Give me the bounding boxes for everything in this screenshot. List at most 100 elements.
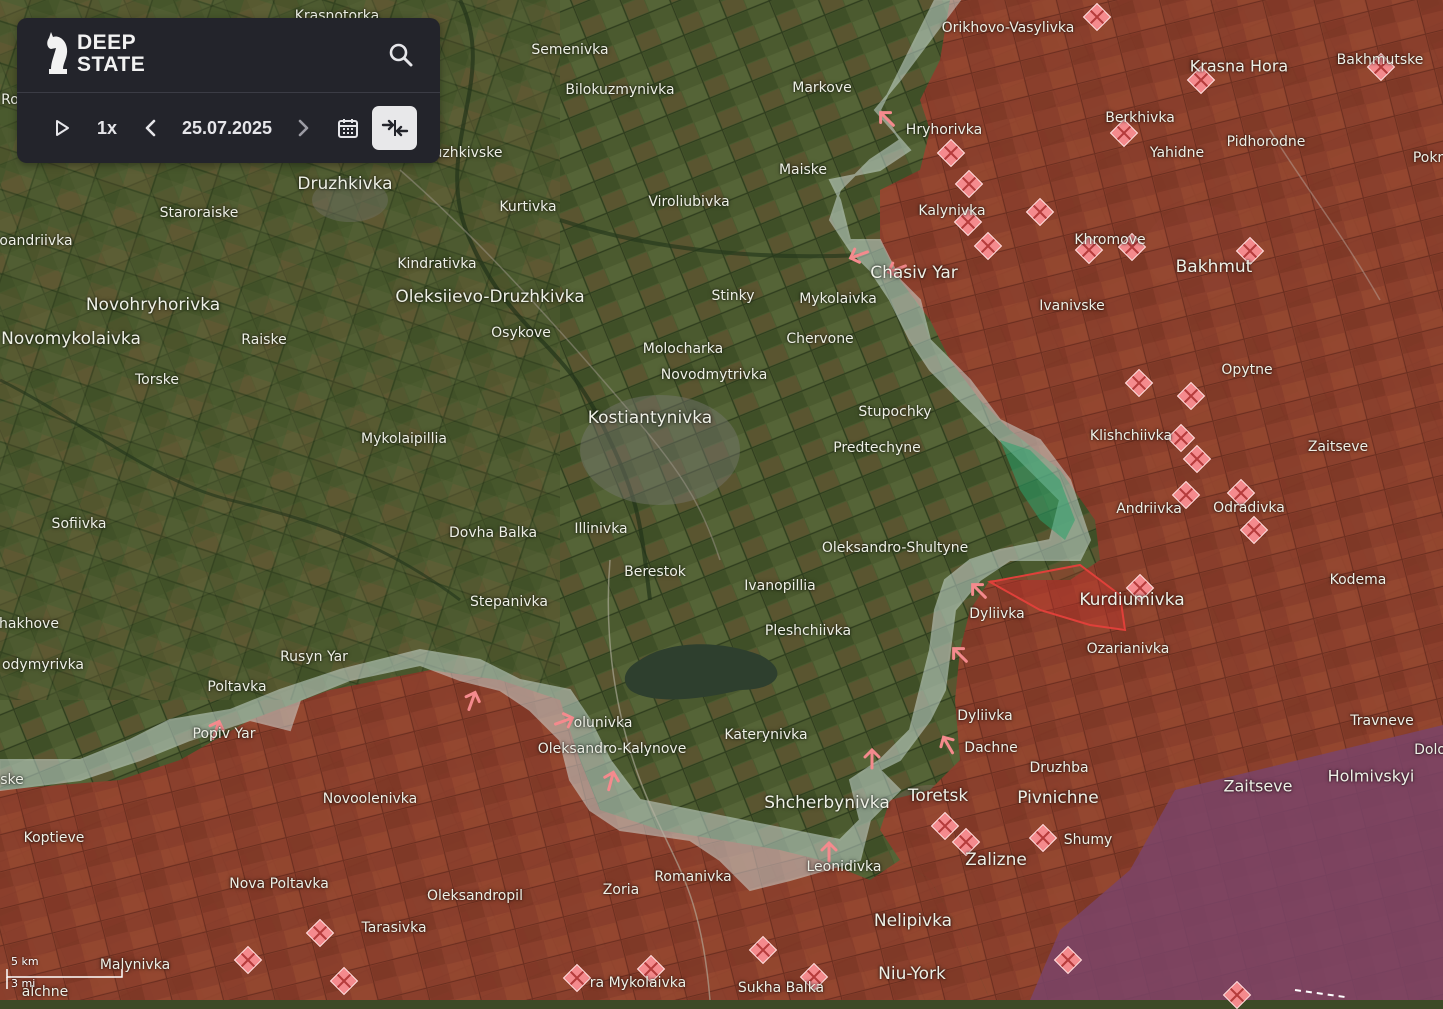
place-label-koptieve: Koptieve	[23, 830, 85, 846]
place-label-dovha-balka: Dovha Balka	[448, 525, 538, 541]
place-label-mykolaivka: Mykolaivka	[799, 291, 877, 307]
place-label-raiske: Raiske	[241, 332, 287, 348]
place-label-novoolenivka: Novoolenivka	[322, 791, 418, 807]
compare-arrows-icon	[381, 119, 408, 137]
place-label-andriivka: Andriivka	[1116, 501, 1182, 517]
place-label-shumy: Shumy	[1063, 832, 1113, 848]
place-label-oleksandrivka-w: oandriivka	[0, 233, 73, 249]
logo-line2: STATE	[77, 53, 146, 76]
place-label-hryhorivka: Hryhorivka	[905, 122, 983, 138]
place-label-polunivka: olunivka	[573, 715, 633, 731]
place-label-markove: Markove	[792, 80, 852, 96]
place-label-krasna-hora: Krasna Hora	[1189, 56, 1289, 76]
place-label-travneve: Travneve	[1350, 713, 1414, 729]
search-button[interactable]	[386, 40, 416, 70]
chevron-left-icon	[145, 119, 156, 137]
speed-button[interactable]: 1x	[92, 105, 122, 151]
place-label-semenivka: Semenivka	[531, 42, 609, 58]
calendar-icon	[338, 119, 358, 138]
play-button[interactable]	[47, 105, 77, 151]
place-label-staroraiske: Staroraiske	[159, 205, 239, 221]
place-label-ivanivske: Ivanivske	[1039, 298, 1105, 314]
place-label-stinky: Stinky	[711, 288, 755, 304]
place-label-rusyn-yar: Rusyn Yar	[280, 649, 348, 665]
next-date-button[interactable]	[291, 105, 315, 151]
place-label-tarasivka: Tarasivka	[361, 920, 427, 936]
place-label-pleshchiivka: Pleshchiivka	[764, 623, 852, 639]
knight-logo-icon	[47, 32, 68, 74]
place-label-ozarianivka: Ozarianivka	[1086, 641, 1170, 657]
place-label-maiske: Maiske	[778, 162, 828, 178]
place-label-romanivka: Romanivka	[654, 869, 732, 885]
place-label-iske: ske	[0, 772, 24, 788]
place-label-odradivka: Odradivka	[1213, 500, 1285, 516]
place-label-pidhorodne: Pidhorodne	[1226, 134, 1306, 150]
place-label-novomykolaivka: Novomykolaivka	[1, 329, 141, 349]
place-label-bakhmutske: Bakhmutske	[1336, 52, 1424, 68]
place-label-ivanopillia: Ivanopillia	[744, 578, 816, 594]
place-label-kuzhkivske: uzhkivske	[433, 145, 503, 161]
place-label-opytne: Opytne	[1221, 362, 1273, 378]
place-label-poltavka: Poltavka	[207, 679, 267, 695]
place-label-kurtivka: Kurtivka	[499, 199, 557, 215]
place-label-niu-york: Niu-York	[878, 964, 946, 984]
place-label-shcherbynivka: Shcherbynivka	[764, 793, 890, 813]
logo-line1: DEEP	[77, 31, 137, 54]
place-label-oleksandro-kalynove: Oleksandro-Kalynove	[537, 741, 687, 757]
place-label-kurdiumivka: Kurdiumivka	[1079, 590, 1185, 610]
place-label-stara-mykolaivka: ra Mykolaivka	[589, 975, 687, 991]
place-label-chervone: Chervone	[786, 331, 854, 347]
place-label-kostiantynivka: Kostiantynivka	[587, 408, 713, 428]
place-label-stupochky: Stupochky	[858, 404, 932, 420]
place-label-kindrativka: Kindrativka	[397, 256, 477, 272]
place-label-volodymyrivka: odymyrivka	[1, 657, 85, 673]
place-label-katerynivka: Katerynivka	[724, 727, 808, 743]
place-label-druzhkivka: Druzhkivka	[297, 174, 393, 194]
calendar-button[interactable]	[333, 105, 363, 151]
place-label-holmivskyi: Holmivskyi	[1327, 766, 1415, 786]
place-label-novohryhorivka: Novohryhorivka	[85, 295, 221, 315]
place-label-kalynivka: Kalynivka	[918, 203, 986, 219]
panel-header: DEEP STATE	[17, 18, 440, 93]
deepstate-logo[interactable]: DEEP STATE	[45, 30, 150, 80]
place-label-osykove: Osykove	[491, 325, 551, 341]
place-label-berestok: Berestok	[624, 564, 686, 580]
place-label-zaitseve-n: Zaitseve	[1307, 439, 1369, 455]
place-label-bilokuzmynivka: Bilokuzmynivka	[565, 82, 675, 98]
place-label-dyliivka-s: Dyliivka	[957, 708, 1013, 724]
place-label-dachne: Dachne	[964, 740, 1018, 756]
attack-arrow-icon[interactable]	[861, 748, 883, 770]
place-label-berkhivka: Berkhivka	[1105, 110, 1175, 126]
place-label-oleksandropil: Oleksandropil	[427, 888, 523, 904]
place-label-zaitseve-s: Zaitseve	[1223, 776, 1293, 796]
place-label-dyliivka-n: Dyliivka	[969, 606, 1025, 622]
place-label-nelipivka: Nelipivka	[873, 911, 953, 931]
place-label-orikhovo-vasylivka: Orikhovo-Vasylivka	[941, 20, 1075, 36]
map-scale: 5 km 3 mi	[6, 955, 126, 995]
timeline-controls: 1x 25.07.2025	[17, 93, 440, 163]
place-label-pokr: Pokr	[1412, 150, 1443, 166]
place-label-pivnichne: Pivnichne	[1017, 788, 1099, 808]
date-display[interactable]: 25.07.2025	[175, 105, 279, 151]
place-label-leonidivka: Leonidivka	[806, 859, 882, 875]
control-panel: DEEP STATE 1x 25.07.2025	[17, 18, 440, 163]
place-label-dolomitne: Dolo	[1414, 742, 1443, 758]
logo-wordmark: DEEP STATE	[77, 32, 145, 76]
place-label-chasiv-yar: Chasiv Yar	[870, 263, 958, 283]
place-label-yahidne: Yahidne	[1149, 145, 1205, 161]
place-label-zalizne: Zalizne	[965, 850, 1027, 870]
place-label-popiv-yar: Popiv Yar	[192, 726, 256, 742]
search-icon	[389, 43, 413, 67]
play-icon	[56, 120, 69, 136]
place-label-sukha-balka: Sukha Balka	[737, 980, 825, 996]
place-label-druzhba: Druzhba	[1029, 760, 1089, 776]
compare-button[interactable]	[372, 106, 417, 150]
place-label-oleksandro-shultyne: Oleksandro-Shultyne	[821, 540, 969, 556]
place-label-mykolaipillia: Mykolaipillia	[361, 431, 447, 447]
place-label-torske: Torske	[134, 372, 180, 388]
previous-date-button[interactable]	[139, 105, 163, 151]
place-label-nova-poltavka: Nova Poltavka	[229, 876, 329, 892]
scale-mi-label: 3 mi	[11, 977, 36, 990]
place-label-toretsk: Toretsk	[907, 786, 969, 806]
place-label-khromove: Khromove	[1074, 232, 1146, 248]
